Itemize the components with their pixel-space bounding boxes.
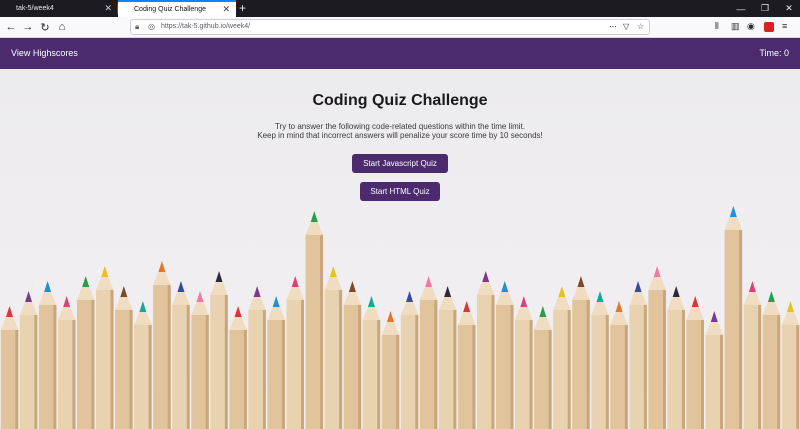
shield-icon[interactable]: ◎ bbox=[148, 22, 155, 31]
more-icon[interactable]: ⋯ bbox=[609, 22, 617, 31]
close-tab-icon[interactable]: ✕ bbox=[104, 3, 112, 13]
timer-display: Time: 0 bbox=[759, 48, 789, 58]
restore-icon[interactable]: ❐ bbox=[754, 0, 776, 17]
close-tab-icon[interactable]: ✕ bbox=[222, 4, 230, 14]
bookmark-star-icon[interactable]: ☆ bbox=[637, 22, 644, 31]
intro-text: Try to answer the following code-related… bbox=[0, 122, 800, 140]
tab-title: Coding Quiz Challenge bbox=[134, 6, 206, 13]
browser-tab-bar: tak-5/week4 ✕ Coding Quiz Challenge ✕ + … bbox=[0, 0, 800, 17]
intro-line-1: Try to answer the following code-related… bbox=[274, 122, 526, 131]
tab-tak5-week4[interactable]: tak-5/week4 ✕ bbox=[0, 0, 118, 17]
tab-coding-quiz[interactable]: Coding Quiz Challenge ✕ bbox=[118, 0, 236, 17]
browser-nav-bar: ← → ↻ ⌂ ◎ 🔒︎ https://tak-5.github.io/wee… bbox=[0, 17, 800, 38]
intro-line-2: Keep in mind that incorrect answers will… bbox=[257, 131, 543, 140]
sidebar-icon[interactable]: ▥ bbox=[731, 21, 740, 32]
library-icon[interactable]: ⫴ bbox=[715, 21, 719, 32]
back-icon[interactable]: ← bbox=[3, 19, 19, 35]
home-icon[interactable]: ⌂ bbox=[54, 19, 70, 35]
start-javascript-quiz-button[interactable]: Start Javascript Quiz bbox=[352, 154, 448, 173]
close-window-icon[interactable]: ✕ bbox=[778, 0, 800, 17]
lock-icon[interactable]: 🔒︎ bbox=[135, 22, 139, 32]
minimize-icon[interactable]: — bbox=[730, 0, 752, 17]
view-highscores-link[interactable]: View Highscores bbox=[11, 48, 78, 58]
page-viewport: View Highscores Time: 0 Coding Quiz Chal… bbox=[0, 38, 800, 429]
menu-icon[interactable]: ≡ bbox=[782, 21, 787, 31]
forward-icon[interactable]: → bbox=[20, 19, 36, 35]
account-icon[interactable]: ◉ bbox=[747, 21, 755, 32]
url-text[interactable]: https://tak-5.github.io/week4/ bbox=[161, 23, 250, 30]
flash-extension-icon[interactable] bbox=[764, 22, 774, 32]
page-title: Coding Quiz Challenge bbox=[312, 92, 488, 109]
start-html-quiz-button[interactable]: Start HTML Quiz bbox=[360, 182, 440, 201]
reload-icon[interactable]: ↻ bbox=[37, 19, 53, 35]
new-tab-icon[interactable]: + bbox=[239, 1, 246, 15]
pocket-icon[interactable]: ▽ bbox=[623, 22, 629, 31]
url-bar[interactable]: ◎ 🔒︎ https://tak-5.github.io/week4/ ⋯ ▽ … bbox=[130, 19, 650, 35]
tab-title: tak-5/week4 bbox=[16, 5, 54, 12]
app-header: View Highscores Time: 0 bbox=[0, 38, 800, 69]
